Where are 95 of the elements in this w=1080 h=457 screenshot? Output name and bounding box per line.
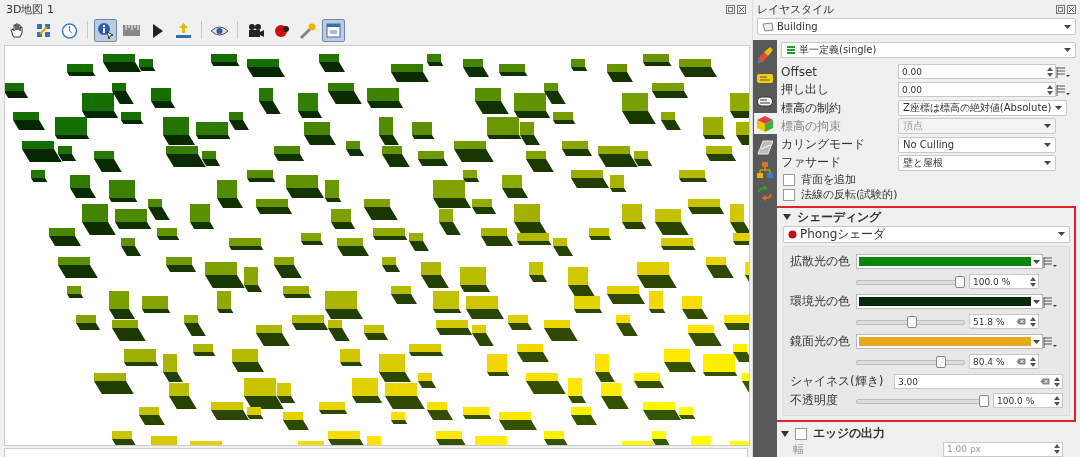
field-label: ファサード — [781, 154, 842, 172]
color-button[interactable] — [856, 294, 1043, 310]
spin-arrows-icon[interactable] — [1030, 316, 1036, 327]
number-field[interactable]: 0.00 — [898, 64, 1056, 80]
section-title: エッジの出力 — [813, 425, 885, 443]
dropdown[interactable]: No Culling — [898, 136, 1056, 153]
percent-field[interactable]: 80.4 % — [969, 354, 1039, 370]
arrows-icon — [757, 184, 773, 201]
field-label: Offset — [781, 64, 819, 79]
spin-arrows-icon[interactable] — [1054, 444, 1060, 455]
slider[interactable] — [856, 394, 989, 407]
clock-icon — [60, 20, 79, 40]
dropdown[interactable]: Z座標は標高の絶対値(Absolute) — [898, 100, 1068, 117]
data-defined-icon[interactable] — [1056, 65, 1070, 78]
slider-handle[interactable] — [979, 394, 989, 407]
float-icon[interactable] — [726, 5, 735, 14]
clear-icon[interactable] — [1040, 378, 1050, 386]
sphere-icon — [788, 229, 797, 239]
upload-icon — [174, 20, 193, 40]
renderer-dropdown[interactable]: 単一定義(single) — [781, 42, 1076, 59]
checkbox[interactable] — [795, 427, 807, 440]
caret-icon[interactable] — [1044, 142, 1051, 147]
data-defined-icon[interactable] — [1043, 295, 1057, 308]
slanted-squares-icon — [757, 138, 773, 155]
field-label: 幅 — [793, 441, 805, 457]
clear-icon[interactable] — [1016, 358, 1026, 366]
clear-icon[interactable] — [1016, 318, 1026, 326]
section-title: シェーディング — [797, 208, 881, 226]
field-label: 標高の拘束 — [781, 117, 842, 135]
style-tab[interactable] — [753, 113, 777, 134]
checkbox[interactable] — [783, 173, 795, 186]
cube-icon — [757, 115, 773, 132]
dropdown[interactable]: 壁と屋根 — [898, 154, 1056, 171]
field-label: カリングモード — [781, 136, 866, 154]
field-label: シャイネス(輝き) — [790, 373, 885, 391]
spin-arrows-icon[interactable] — [1054, 395, 1060, 406]
checkbox-label: 背面を追加 — [801, 172, 856, 188]
checkbox[interactable] — [783, 188, 795, 201]
data-defined-icon[interactable] — [1056, 83, 1070, 96]
panel-title: レイヤスタイル — [757, 1, 834, 17]
caret-icon[interactable] — [1058, 232, 1065, 237]
percent-field[interactable]: 51.8 % — [969, 314, 1039, 330]
paintbrush-icon — [757, 46, 773, 63]
color-button[interactable] — [856, 254, 1043, 270]
field-label: 不透明度 — [790, 392, 839, 410]
field-label: 拡散光の色 — [790, 253, 851, 271]
spin-arrows-icon[interactable] — [1047, 84, 1053, 95]
layer-name: Building — [777, 21, 818, 32]
shader-dropdown[interactable]: Phongシェーダ — [783, 225, 1070, 243]
color-button[interactable] — [856, 334, 1043, 350]
caret-icon[interactable] — [1044, 124, 1051, 129]
stacked-bars-icon — [786, 45, 796, 56]
caret-icon[interactable] — [1055, 106, 1063, 111]
number-field[interactable]: 0.00 — [898, 82, 1056, 98]
caret-icon[interactable] — [1033, 259, 1040, 264]
info-cursor-tool[interactable] — [94, 18, 117, 42]
window-icon — [324, 20, 343, 40]
percent-field[interactable]: 100.0 % — [969, 274, 1039, 290]
slider-handle[interactable] — [935, 355, 946, 368]
float-icon[interactable] — [1056, 4, 1065, 14]
spin-arrows-icon[interactable] — [1047, 66, 1053, 77]
caret-icon[interactable] — [1064, 48, 1071, 53]
polygon-layer-icon — [762, 21, 774, 32]
layer-dropdown[interactable]: Building — [757, 18, 1076, 35]
close-icon[interactable] — [1067, 4, 1076, 14]
caret-icon[interactable] — [1033, 339, 1040, 344]
spin-arrows-icon[interactable] — [1054, 376, 1060, 387]
field-label: 押し出し — [781, 81, 830, 99]
collapse-toggle-icon[interactable] — [783, 213, 791, 222]
data-defined-icon[interactable] — [1043, 335, 1057, 348]
field-label: 環境光の色 — [790, 293, 851, 311]
slider[interactable] — [856, 275, 965, 288]
caret-icon[interactable] — [1064, 24, 1071, 29]
shader-name: Phongシェーダ — [800, 225, 886, 243]
field-label: 標高の制約 — [781, 99, 842, 117]
hierarchy-icon — [757, 161, 773, 178]
close-icon[interactable] — [737, 5, 746, 14]
renderer-name: 単一定義(single) — [799, 43, 877, 58]
number-field[interactable]: 3.00 — [894, 374, 1063, 390]
field-label: 鏡面光の色 — [790, 333, 851, 351]
slider-handle[interactable] — [907, 315, 918, 328]
caret-icon[interactable] — [1044, 160, 1051, 165]
slider[interactable] — [856, 355, 965, 368]
checkbox-label: 法線の反転(試験的) — [801, 187, 898, 203]
slider-handle[interactable] — [955, 275, 965, 288]
spin-arrows-icon[interactable] — [1030, 356, 1036, 367]
data-defined-icon[interactable] — [1043, 255, 1057, 268]
panel-title: 3D地図 1 — [6, 2, 54, 17]
caret-icon[interactable] — [1033, 299, 1040, 304]
collapse-toggle-icon[interactable] — [781, 429, 789, 438]
window-tool[interactable] — [322, 18, 345, 42]
slider[interactable] — [856, 315, 965, 328]
spin-arrows-icon[interactable] — [1030, 276, 1036, 287]
info-cursor-icon — [96, 20, 115, 40]
percent-field[interactable]: 100.0 % — [993, 393, 1063, 409]
